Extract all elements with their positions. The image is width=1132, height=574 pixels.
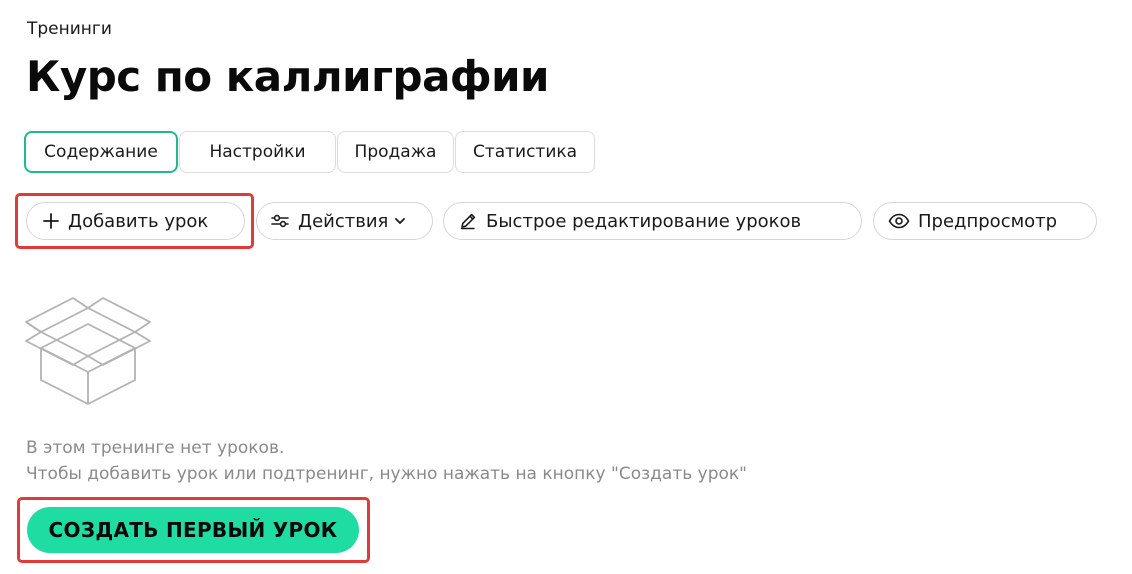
quick-edit-label: Быстрое редактирование уроков	[486, 210, 802, 232]
preview-button[interactable]: Предпросмотр	[873, 202, 1097, 240]
tab-sales[interactable]: Продажа	[337, 131, 454, 173]
plus-icon	[42, 212, 60, 230]
add-lesson-button[interactable]: Добавить урок	[26, 202, 245, 240]
add-lesson-label: Добавить урок	[68, 210, 209, 232]
preview-label: Предпросмотр	[918, 210, 1058, 232]
quick-edit-button[interactable]: Быстрое редактирование уроков	[443, 202, 862, 240]
actions-label: Действия	[298, 210, 389, 232]
pencil-icon	[458, 211, 478, 231]
chevron-down-icon	[394, 216, 406, 226]
empty-box-icon	[24, 296, 152, 414]
tab-statistics[interactable]: Статистика	[455, 131, 595, 173]
sliders-icon	[270, 212, 290, 230]
page-title: Курс по каллиграфии	[26, 52, 549, 101]
eye-icon	[888, 213, 910, 229]
empty-state-line2: Чтобы добавить урок или подтренинг, нужн…	[26, 464, 747, 484]
empty-state-message: В этом тренинге нет уроков. Чтобы добави…	[26, 435, 747, 487]
empty-state-line1: В этом тренинге нет уроков.	[26, 438, 285, 458]
tab-content[interactable]: Содержание	[24, 131, 178, 173]
actions-dropdown[interactable]: Действия	[256, 202, 433, 240]
create-first-lesson-button[interactable]: СОЗДАТЬ ПЕРВЫЙ УРОК	[27, 507, 359, 553]
tab-settings[interactable]: Настройки	[179, 131, 336, 173]
breadcrumb[interactable]: Тренинги	[27, 18, 112, 40]
